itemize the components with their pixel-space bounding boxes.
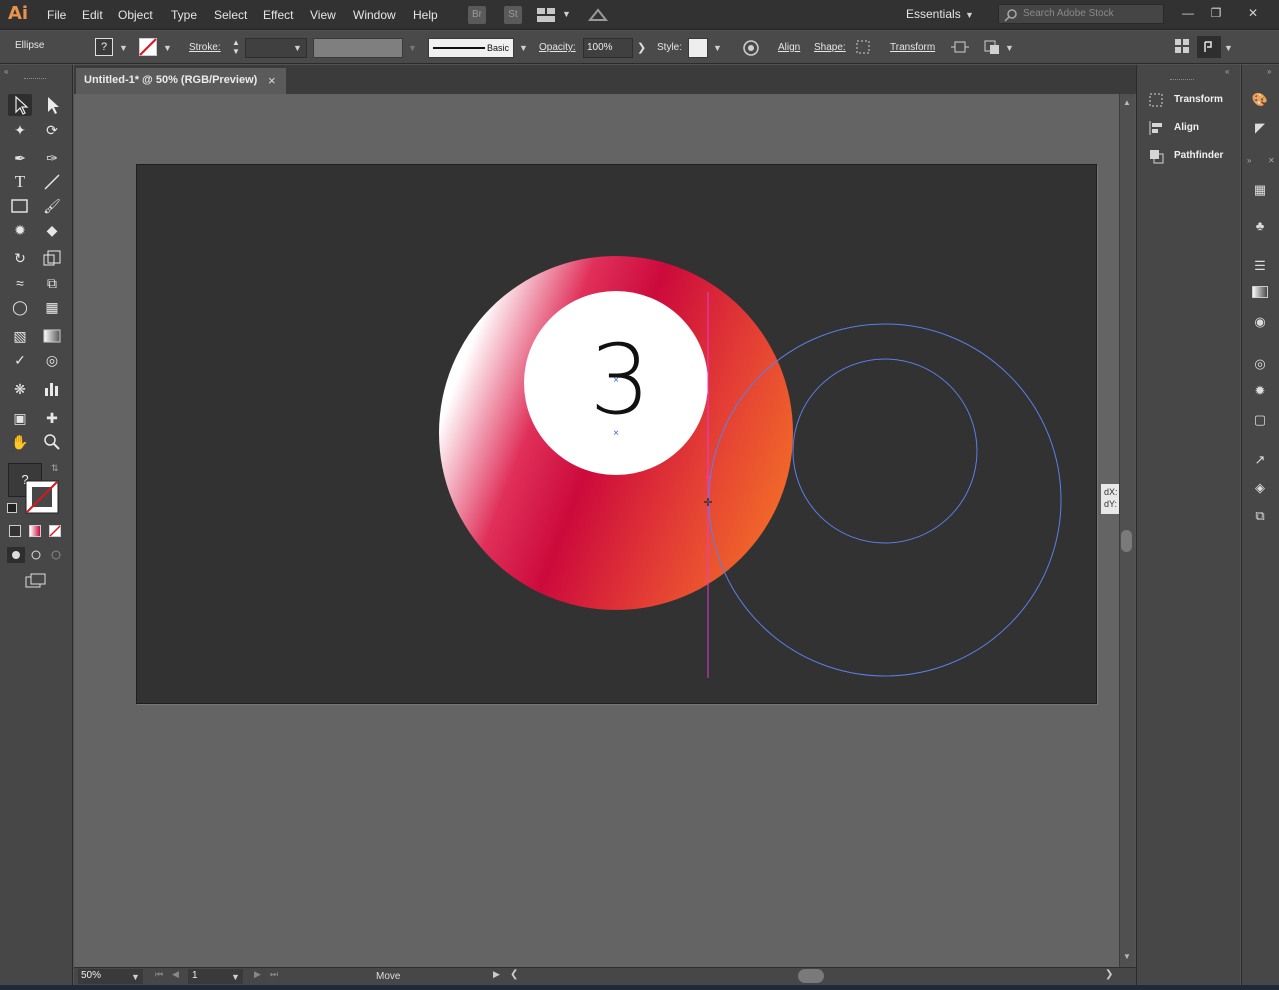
export-icon[interactable]: ↗	[1250, 450, 1270, 470]
panel-transform[interactable]: Transform	[1148, 90, 1236, 112]
scroll-left-icon[interactable]: ❮	[510, 969, 518, 980]
transparency-icon[interactable]: ◉	[1250, 312, 1270, 332]
panel-label: Transform	[1174, 94, 1223, 105]
chevron-down-icon[interactable]: ▼	[131, 972, 140, 982]
scroll-right-icon[interactable]: ❯	[1105, 969, 1113, 980]
scroll-down-icon[interactable]: ▼	[1123, 952, 1131, 961]
ball-number-text: 3	[589, 324, 651, 436]
vertical-scroll-thumb[interactable]	[1121, 530, 1132, 552]
next-artboard-icon[interactable]: ▶	[254, 969, 261, 980]
status-text: Move	[376, 971, 401, 982]
panel-label: Pathfinder	[1174, 150, 1224, 161]
graphic-styles-icon[interactable]: ✹	[1250, 381, 1270, 401]
cursor-crosshair-icon: ✛	[703, 497, 712, 509]
panel-label: Align	[1174, 122, 1199, 133]
status-menu-icon[interactable]: ▶	[493, 969, 500, 980]
swatches-icon[interactable]: ▦	[1250, 180, 1270, 200]
expand-arrows-icon[interactable]: »	[1267, 67, 1271, 76]
scroll-up-icon[interactable]: ▲	[1123, 98, 1131, 107]
panel-align[interactable]: Align	[1148, 118, 1236, 140]
first-artboard-icon[interactable]: ⏮	[155, 969, 163, 980]
stroke-panel-icon[interactable]: ☰	[1250, 256, 1270, 276]
os-taskbar	[0, 985, 1279, 990]
artwork-layer[interactable]: × × ✛ ×	[0, 0, 1279, 990]
artboards-icon[interactable]: ⧉	[1250, 506, 1270, 526]
symbols-icon[interactable]: ♣	[1250, 216, 1270, 236]
horizontal-scroll-thumb[interactable]	[798, 969, 824, 983]
previous-artboard-icon[interactable]: ◀	[172, 969, 179, 980]
align-icon	[1148, 120, 1166, 136]
panel-pathfinder[interactable]: Pathfinder	[1148, 146, 1236, 168]
pathfinder-icon	[1148, 148, 1166, 164]
outline-circle-small	[792, 358, 978, 544]
grip-handle[interactable]	[1170, 79, 1194, 81]
collapse-arrows-icon[interactable]: «	[1225, 67, 1229, 76]
last-artboard-icon[interactable]: ⏭	[270, 969, 278, 980]
gradient-panel-icon[interactable]	[1250, 284, 1270, 304]
layers-icon[interactable]: ◈	[1250, 478, 1270, 498]
expand-arrows-icon[interactable]: »	[1247, 156, 1251, 165]
transform-icon	[1148, 92, 1166, 108]
appearance-icon[interactable]: ◎	[1250, 354, 1270, 374]
intersect-marker: ×	[705, 472, 710, 482]
color-guide-icon[interactable]: ◤	[1250, 118, 1270, 138]
chevron-down-icon[interactable]: ▼	[231, 972, 240, 982]
color-icon[interactable]: 🎨	[1250, 90, 1270, 110]
icon-dock	[1241, 65, 1279, 990]
close-icon[interactable]: ✕	[1268, 156, 1275, 165]
measure-tooltip: dX: dY:	[1101, 484, 1121, 514]
panel-dock	[1136, 65, 1240, 990]
libraries-icon[interactable]: ▢	[1250, 410, 1270, 430]
